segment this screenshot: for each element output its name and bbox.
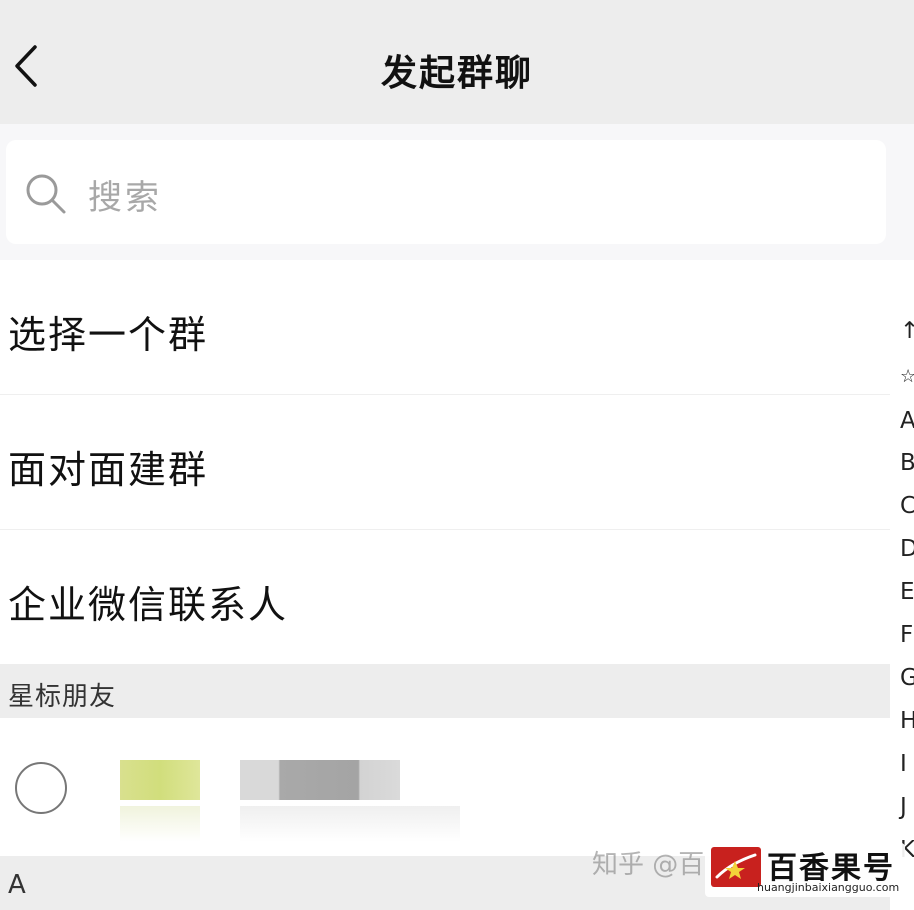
alphabet-index-bar[interactable]: ↑ ☆ A B C D E F G H I J K: [896, 316, 914, 876]
menu-item-label: 企业微信联系人: [8, 583, 289, 627]
avatar-reflection: [120, 806, 200, 842]
index-item[interactable]: J: [900, 792, 907, 822]
menu-item-wecom-contacts[interactable]: 企业微信联系人: [0, 530, 890, 664]
menu-item-label: 选择一个群: [8, 313, 209, 357]
search-input[interactable]: 搜索: [6, 140, 886, 244]
brand-logo-icon: [711, 847, 761, 887]
index-item[interactable]: G: [900, 663, 914, 693]
index-item[interactable]: I: [900, 749, 907, 779]
index-item[interactable]: B: [900, 448, 914, 478]
avatar: [120, 760, 200, 800]
search-placeholder: 搜索: [88, 178, 162, 218]
search-area: 搜索: [0, 124, 914, 260]
search-icon: [26, 174, 66, 214]
navbar: 发起群聊: [0, 0, 914, 124]
index-item[interactable]: ↑: [900, 316, 914, 346]
section-header-starred: 星标朋友: [0, 664, 890, 718]
section-title: A: [8, 870, 27, 900]
index-item[interactable]: A: [900, 406, 914, 436]
menu-item-select-group[interactable]: 选择一个群: [0, 260, 890, 394]
menu-item-face-to-face-group[interactable]: 面对面建群: [0, 395, 890, 529]
index-item[interactable]: D: [900, 534, 914, 564]
index-item[interactable]: H: [900, 706, 914, 736]
contact-row[interactable]: [0, 720, 890, 856]
index-item[interactable]: E: [900, 577, 914, 607]
zhihu-watermark: 知乎 @百: [592, 850, 705, 880]
contact-name-blurred: [240, 760, 400, 800]
menu-item-label: 面对面建群: [8, 448, 209, 492]
contact-name-reflection: [240, 806, 460, 842]
index-item[interactable]: ☆: [900, 362, 914, 392]
page-title: 发起群聊: [380, 53, 533, 94]
brand-url: huangjinbaixiangguo.com: [757, 881, 900, 894]
index-item[interactable]: C: [900, 491, 914, 521]
brand-watermark: 百香果号 huangjinbaixiangguo.com: [705, 843, 905, 897]
index-item[interactable]: F: [900, 620, 913, 650]
select-checkbox[interactable]: [15, 762, 67, 814]
section-title: 星标朋友: [8, 682, 117, 712]
